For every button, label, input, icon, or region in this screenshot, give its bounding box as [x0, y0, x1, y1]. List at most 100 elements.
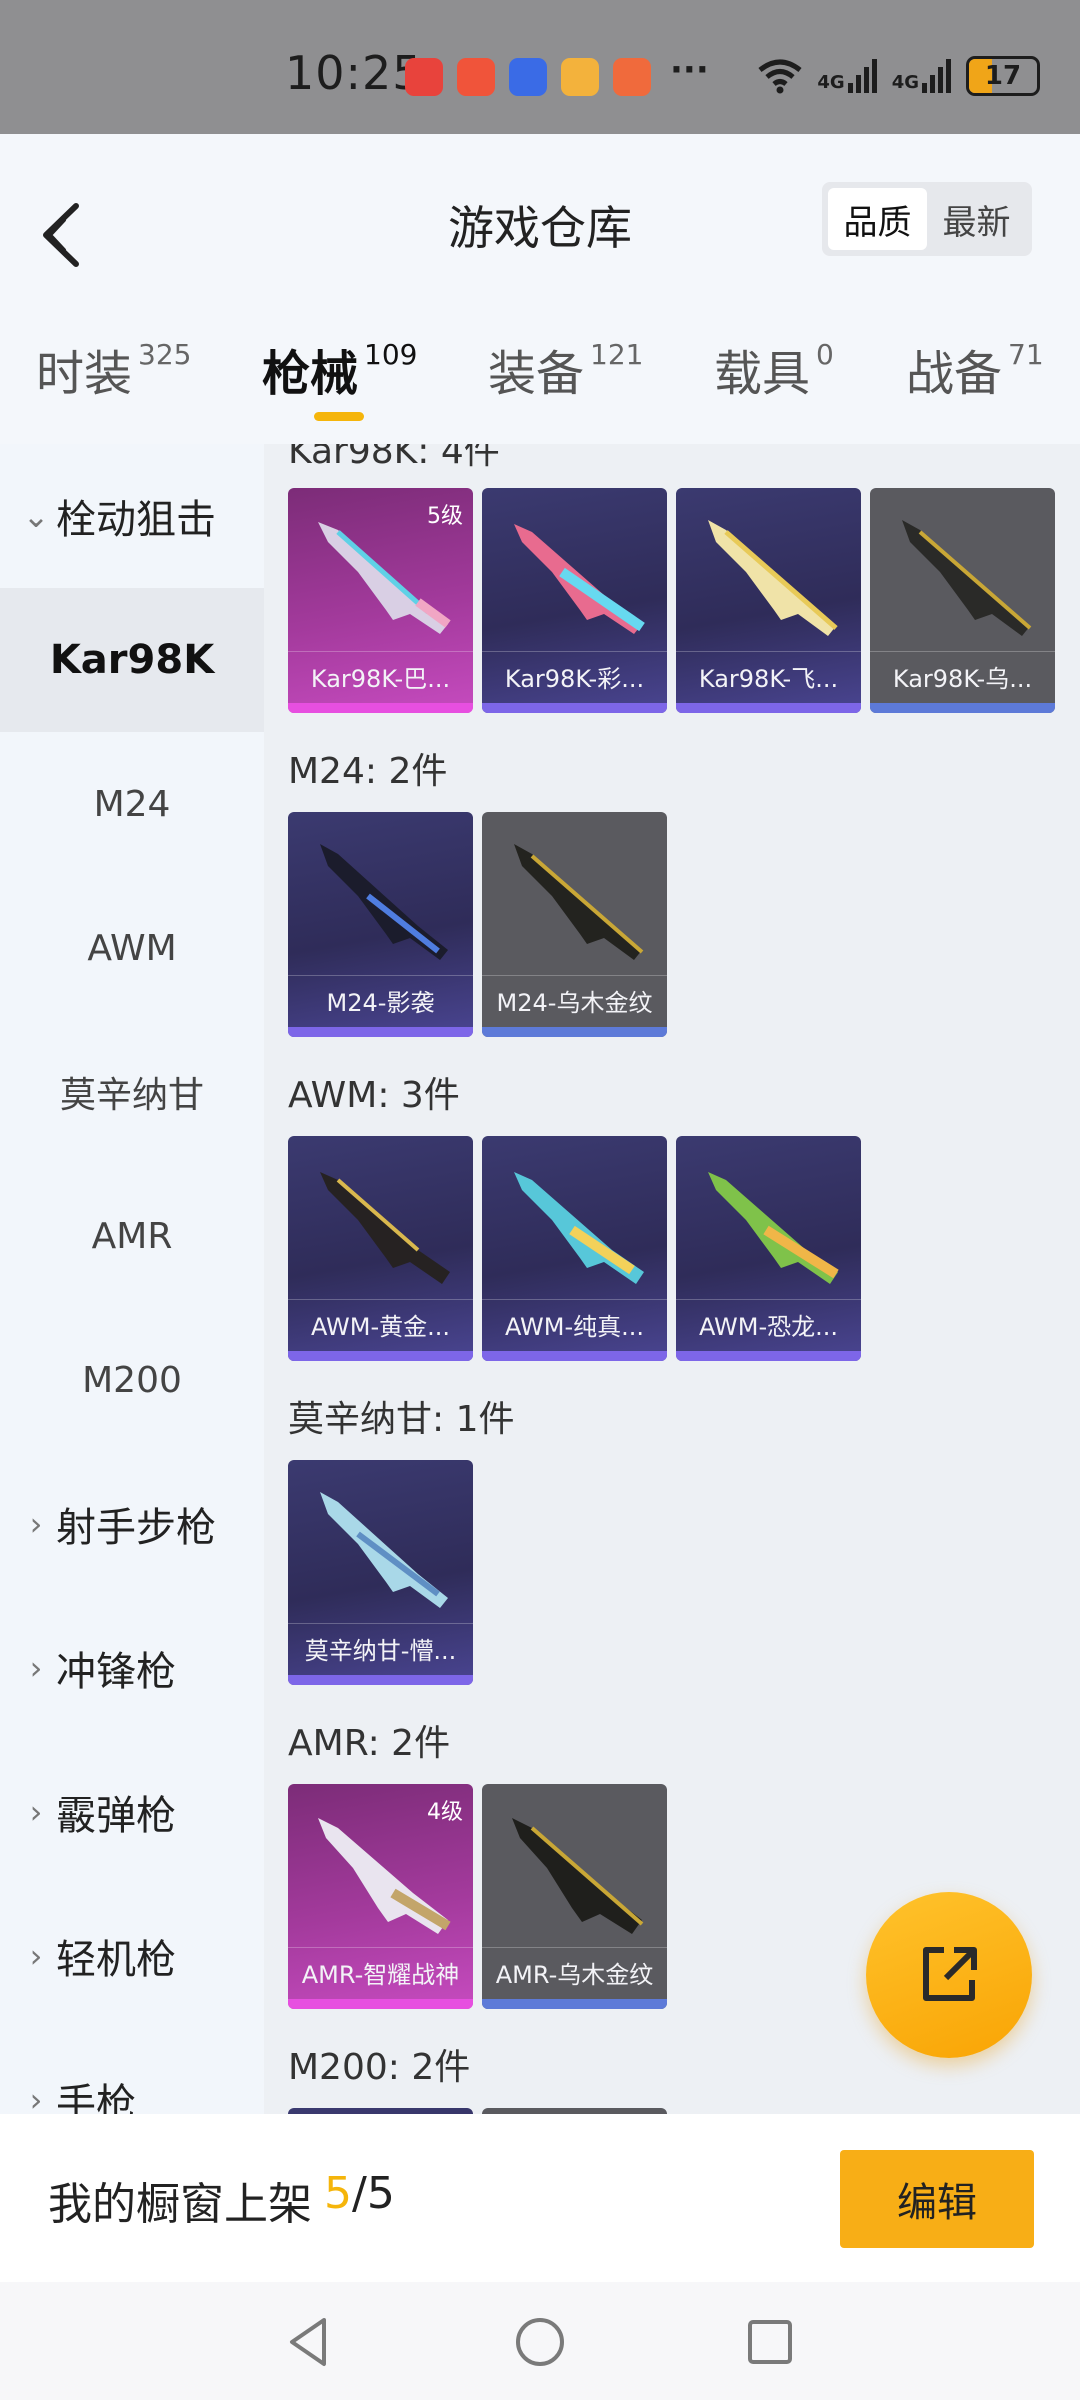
- rifle-icon: [708, 1172, 839, 1284]
- notification-icons: [405, 58, 651, 96]
- sidebar-item-label: M200: [82, 1359, 182, 1401]
- more-notifications-icon: ···: [670, 50, 709, 90]
- sort-newest-button[interactable]: 最新: [927, 188, 1026, 250]
- signal-icon: [922, 59, 951, 93]
- rarity-bar: [288, 1675, 473, 1685]
- chevron-right-icon: ›: [29, 2081, 43, 2114]
- skin-card[interactable]: M24-影袭: [288, 812, 473, 1037]
- rarity-bar: [288, 703, 473, 713]
- sidebar-group-label: 冲锋枪: [56, 1649, 176, 1695]
- skin-card[interactable]: 4级 AMR-智耀战神: [288, 1784, 473, 2009]
- tab-label: 战备: [906, 346, 1003, 402]
- sidebar-group-shotgun[interactable]: › 霰弹枪: [0, 1740, 264, 1884]
- tab-count: 0: [816, 338, 834, 371]
- sidebar-item-label: Kar98K: [49, 637, 215, 683]
- rifle-icon: [708, 520, 838, 636]
- showcase-label: 我的橱窗上架: [48, 2179, 312, 2230]
- sidebar-group-label: 手枪: [56, 2081, 136, 2114]
- rarity-bar: [482, 1351, 667, 1361]
- sidebar-group-label: 射手步枪: [56, 1505, 216, 1551]
- skin-name: AMR-乌木金纹: [482, 1947, 667, 1997]
- rifle-icon: [902, 520, 1032, 636]
- group-label-m200: M200: 2件: [288, 2047, 471, 2088]
- tab-vehicles[interactable]: 载具 0: [714, 334, 834, 404]
- tab-count: 71: [1008, 338, 1044, 371]
- skin-card[interactable]: AWM-纯真...: [482, 1136, 667, 1361]
- sidebar-item-amr[interactable]: AMR: [0, 1164, 264, 1308]
- skin-name: Kar98K-飞...: [676, 651, 861, 701]
- network-type-label: 4G: [817, 72, 845, 93]
- share-icon: [923, 1947, 977, 2001]
- sidebar-item-mosin[interactable]: 莫辛纳甘: [0, 1020, 264, 1164]
- skin-card[interactable]: Kar98K-飞...: [676, 488, 861, 713]
- tab-label: 枪械: [262, 346, 359, 402]
- share-button[interactable]: [866, 1892, 1032, 2058]
- sidebar-item-m24[interactable]: M24: [0, 732, 264, 876]
- tab-label: 时装: [36, 346, 133, 402]
- rifle-icon: [514, 1172, 644, 1284]
- sidebar-group-bolt-action[interactable]: ⌄ 栓动狙击: [0, 444, 264, 588]
- skin-card[interactable]: AWM-恐龙...: [676, 1136, 861, 1361]
- showcase-current-count: 5: [324, 2168, 352, 2219]
- weapon-category-sidebar: ⌄ 栓动狙击 Kar98K M24 AWM 莫辛纳甘 AMR M200 › 射手…: [0, 444, 264, 2114]
- group-label-awm: AWM: 3件: [288, 1075, 460, 1116]
- skin-card[interactable]: Kar98K-乌...: [870, 488, 1055, 713]
- skin-card[interactable]: AWM-黄金...: [288, 1136, 473, 1361]
- tab-fashion[interactable]: 时装 325: [36, 334, 191, 404]
- skin-card[interactable]: M24-乌木金纹: [482, 812, 667, 1037]
- tab-count: 109: [364, 338, 418, 371]
- tab-combat-gear[interactable]: 战备 71: [906, 334, 1044, 404]
- chevron-right-icon: ›: [29, 1649, 43, 1687]
- level-badge: 5级: [427, 504, 463, 529]
- signal-icon: [847, 59, 877, 93]
- sidebar-group-smg[interactable]: › 冲锋枪: [0, 1596, 264, 1740]
- rarity-bar: [288, 1999, 473, 2009]
- tab-weapons[interactable]: 枪械 109: [262, 334, 417, 404]
- level-badge: 4级: [427, 1800, 463, 1825]
- skin-name: AWM-黄金...: [288, 1299, 473, 1349]
- rifle-icon: [320, 844, 448, 960]
- rarity-bar: [482, 1027, 667, 1037]
- skin-card[interactable]: AMR-乌木金纹: [482, 1784, 667, 2009]
- skin-card[interactable]: 5级 Kar98K-巴...: [288, 488, 473, 713]
- rifle-icon: [320, 1172, 450, 1284]
- sidebar-group-dmr[interactable]: › 射手步枪: [0, 1452, 264, 1596]
- skin-card[interactable]: Kar98K-彩...: [482, 488, 667, 713]
- skin-name: Kar98K-乌...: [870, 651, 1055, 701]
- wifi-icon: [758, 59, 802, 94]
- rifle-icon: [514, 844, 644, 960]
- sidebar-item-kar98k[interactable]: Kar98K: [0, 588, 264, 732]
- weapon-skin-grid: Kar98K: 4件 5级 Kar98K-巴... Kar98K-彩... Ka…: [264, 444, 1080, 2114]
- sidebar-group-pistol[interactable]: › 手枪: [0, 2028, 264, 2114]
- nav-recents-icon[interactable]: [740, 2312, 800, 2372]
- nav-back-icon[interactable]: [280, 2312, 340, 2372]
- showcase-status: 我的橱窗上架 5 /5: [48, 2168, 395, 2232]
- skin-card[interactable]: 莫辛纳甘-懵...: [288, 1460, 473, 1685]
- sidebar-item-awm[interactable]: AWM: [0, 876, 264, 1020]
- sidebar-item-label: M24: [93, 783, 171, 825]
- nav-home-icon[interactable]: [510, 2312, 570, 2372]
- sidebar-group-label: 霰弹枪: [56, 1793, 176, 1839]
- sidebar-item-m200[interactable]: M200: [0, 1308, 264, 1452]
- skin-name: AWM-恐龙...: [676, 1299, 861, 1349]
- tab-equipment[interactable]: 装备 121: [488, 334, 643, 404]
- rarity-bar: [676, 1351, 861, 1361]
- chevron-down-icon: ⌄: [22, 497, 50, 535]
- tab-label: 载具: [714, 346, 811, 402]
- sort-quality-button[interactable]: 品质: [828, 188, 927, 250]
- edit-button[interactable]: 编辑: [840, 2150, 1034, 2248]
- battery-level: 17: [984, 61, 1022, 91]
- skin-name: 莫辛纳甘-懵...: [288, 1623, 473, 1673]
- active-tab-indicator: [314, 412, 364, 421]
- sidebar-item-label: AWM: [87, 927, 177, 969]
- chevron-right-icon: ›: [29, 1505, 43, 1543]
- app-notification-icon: [457, 58, 495, 96]
- chevron-right-icon: ›: [29, 1937, 43, 1975]
- rarity-bar: [482, 703, 667, 713]
- chevron-right-icon: ›: [29, 1793, 43, 1831]
- rarity-bar: [482, 1999, 667, 2009]
- sidebar-item-label: AMR: [91, 1215, 173, 1257]
- sidebar-group-lmg[interactable]: › 轻机枪: [0, 1884, 264, 2028]
- tab-label: 装备: [488, 346, 585, 402]
- group-label-m24: M24: 2件: [288, 751, 448, 792]
